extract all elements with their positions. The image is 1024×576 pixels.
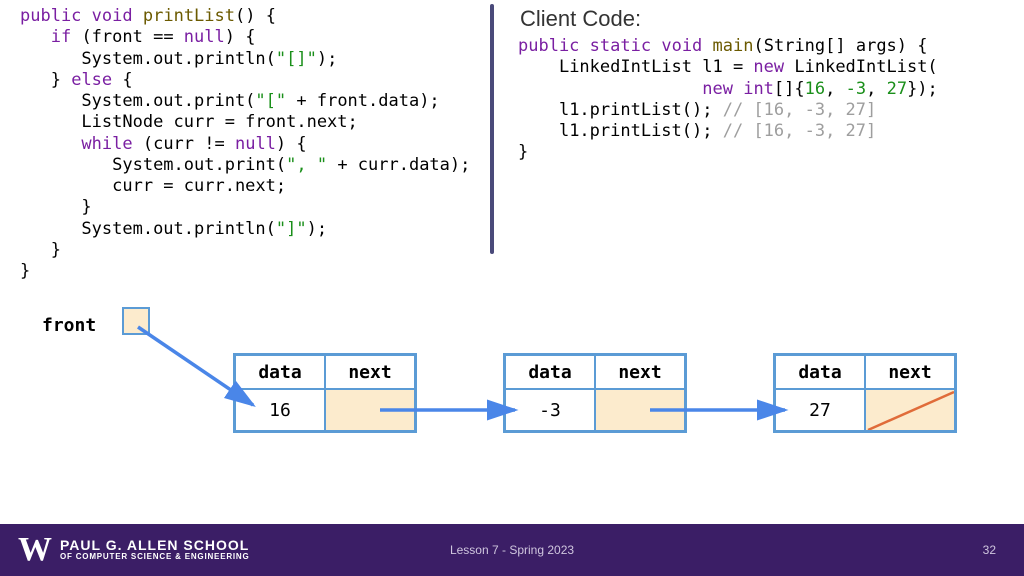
node-2: data next -3 <box>503 353 687 433</box>
left-code-column: public void printList() { if (front == n… <box>0 0 490 290</box>
node2-data-header: data <box>505 355 595 389</box>
node-3: data next 27 <box>773 353 957 433</box>
node3-data-header: data <box>775 355 865 389</box>
front-box <box>122 307 150 335</box>
node1-data-value: 16 <box>235 389 325 431</box>
node3-data-value: 27 <box>775 389 865 431</box>
node3-next-header: next <box>865 355 955 389</box>
linked-list-diagram: front data next 16 data next -3 <box>0 295 1024 455</box>
client-code: public static void main(String[] args) {… <box>518 36 1024 164</box>
printlist-code: public void printList() { if (front == n… <box>20 6 490 282</box>
node-1: data next 16 <box>233 353 417 433</box>
school-name: PAUL G. ALLEN SCHOOL OF COMPUTER SCIENCE… <box>60 538 250 561</box>
right-code-column: Client Code: public static void main(Str… <box>494 0 1024 290</box>
school-line1: PAUL G. ALLEN SCHOOL <box>60 538 250 553</box>
node1-data-header: data <box>235 355 325 389</box>
node1-next-cell <box>325 389 415 431</box>
node3-next-cell <box>865 389 955 431</box>
uw-logo: W PAUL G. ALLEN SCHOOL OF COMPUTER SCIEN… <box>0 531 250 569</box>
front-label: front <box>42 315 96 336</box>
node2-next-cell <box>595 389 685 431</box>
slide: public void printList() { if (front == n… <box>0 0 1024 576</box>
lesson-label: Lesson 7 - Spring 2023 <box>450 543 574 557</box>
client-code-title: Client Code: <box>520 6 1024 32</box>
node2-next-header: next <box>595 355 685 389</box>
node1-next-header: next <box>325 355 415 389</box>
top-region: public void printList() { if (front == n… <box>0 0 1024 290</box>
node2-data-value: -3 <box>505 389 595 431</box>
w-logo-icon: W <box>18 531 50 569</box>
footer-bar: W PAUL G. ALLEN SCHOOL OF COMPUTER SCIEN… <box>0 524 1024 576</box>
null-slash-icon <box>866 390 954 430</box>
school-line2: OF COMPUTER SCIENCE & ENGINEERING <box>60 553 250 561</box>
page-number: 32 <box>983 543 996 557</box>
